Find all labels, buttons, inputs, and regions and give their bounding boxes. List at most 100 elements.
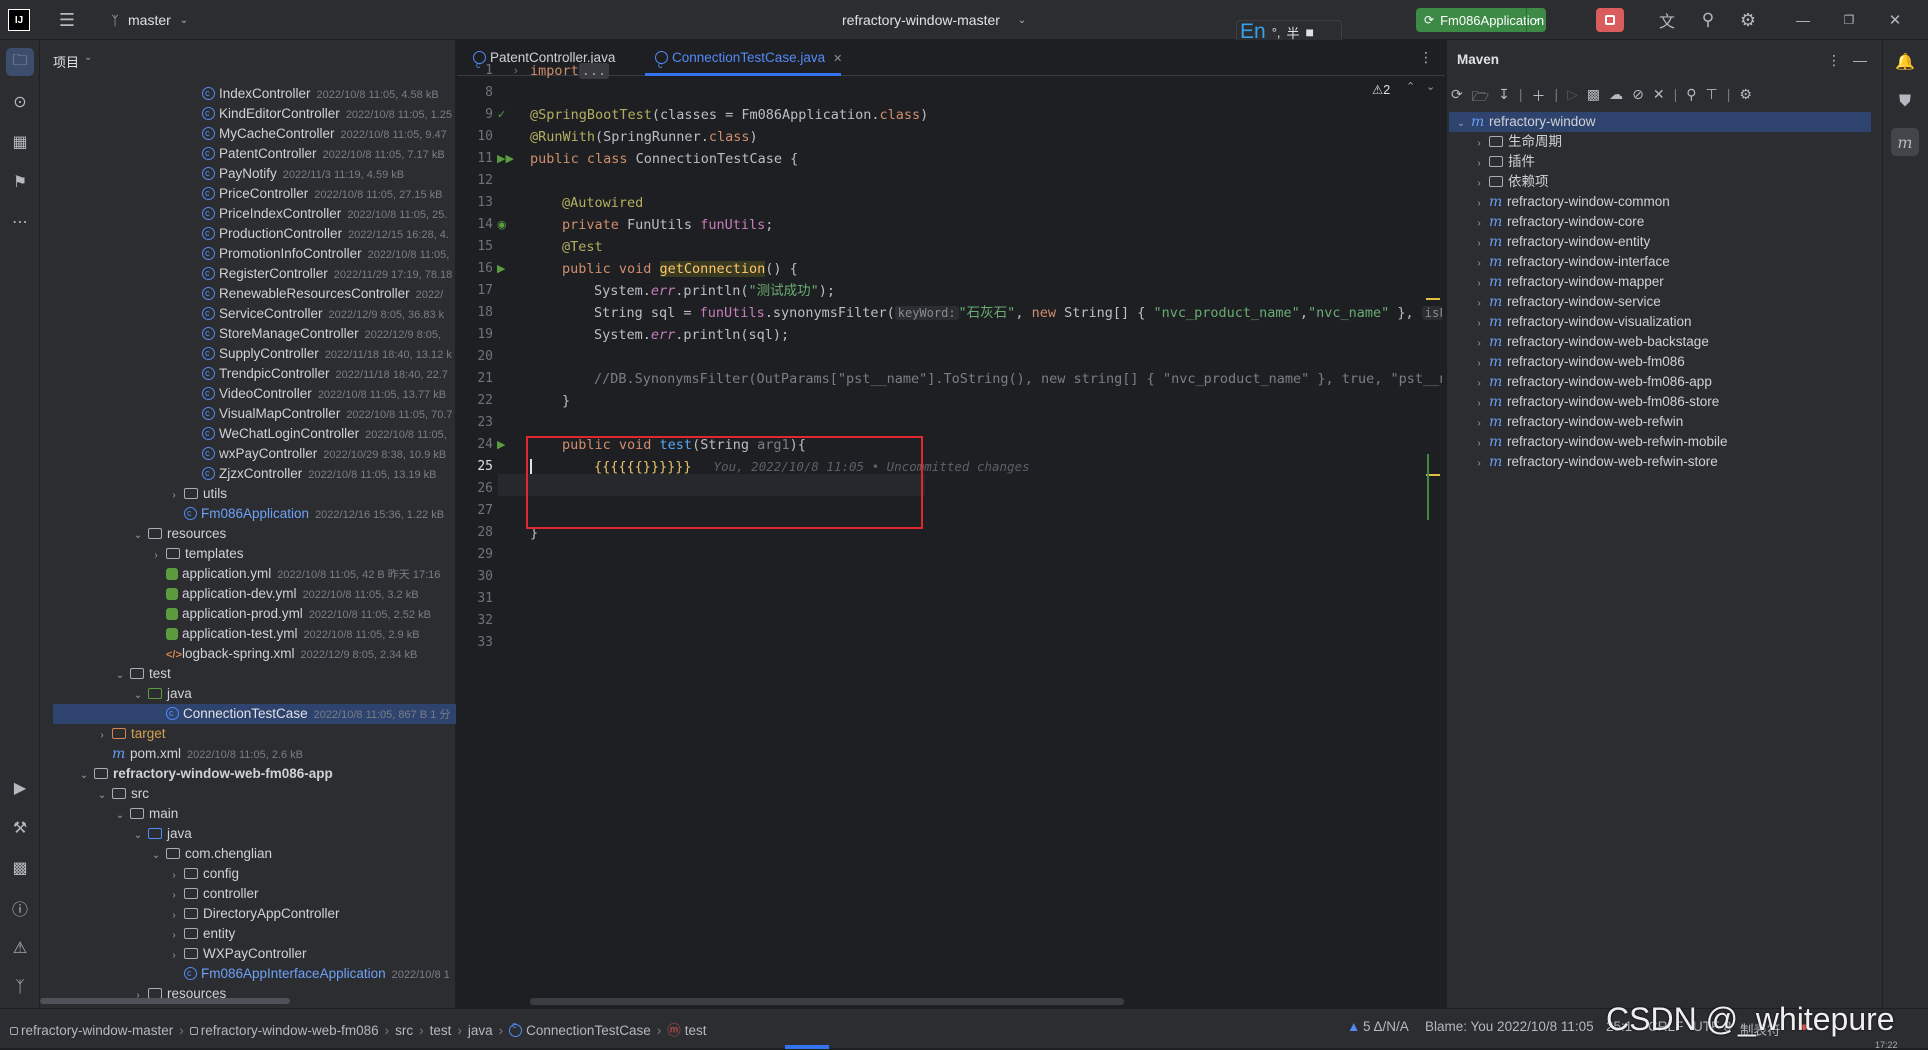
tree-item[interactable]: VisualMapController 2022/10/8 11:05, 70.7 bbox=[186, 404, 456, 424]
chevron-right-icon[interactable]: › bbox=[1473, 394, 1485, 414]
chevron-right-icon[interactable]: › bbox=[1473, 194, 1485, 214]
branch-selector[interactable]: master bbox=[128, 12, 171, 28]
tree-item[interactable]: › WXPayController bbox=[168, 944, 456, 964]
chevron-down-icon[interactable]: ⌄ bbox=[114, 806, 126, 824]
tree-item[interactable]: application-prod.yml 2022/10/8 11:05, 2.5… bbox=[150, 604, 456, 624]
status-blame[interactable]: Blame: You 2022/10/8 11:05 bbox=[1425, 1019, 1594, 1034]
tree-item[interactable]: ZjzxController 2022/10/8 11:05, 13.19 kB bbox=[186, 464, 456, 484]
tree-item[interactable]: ⌄ test bbox=[114, 664, 456, 684]
spring-bean-icon[interactable]: ✓ bbox=[497, 104, 506, 126]
chevron-right-icon[interactable]: › bbox=[1473, 154, 1485, 174]
tree-item[interactable]: PromotionInfoController 2022/10/8 11:05, bbox=[186, 244, 456, 264]
maven-item[interactable]: › m refractory-window-web-refwin bbox=[1473, 412, 1683, 432]
maven-item[interactable]: › m refractory-window-visualization bbox=[1473, 312, 1691, 334]
run-class-icon[interactable]: ▶▶ bbox=[497, 148, 514, 170]
chevron-right-icon[interactable]: › bbox=[1473, 414, 1485, 434]
maven-item[interactable]: › m refractory-window-web-backstage bbox=[1473, 332, 1709, 352]
translate-icon[interactable]: 文 bbox=[1656, 10, 1678, 31]
maven-item[interactable]: › m refractory-window-interface bbox=[1473, 252, 1669, 274]
chevron-right-icon[interactable]: › bbox=[1473, 314, 1485, 334]
maven-item[interactable]: › 生命周期 bbox=[1473, 132, 1562, 152]
tree-item[interactable]: </>logback-spring.xml 2022/12/9 8:05, 2.3… bbox=[150, 644, 456, 664]
maven-item[interactable]: › m refractory-window-common bbox=[1473, 192, 1669, 214]
run-icon[interactable]: ▷ bbox=[1567, 86, 1578, 110]
bookmark-icon[interactable]: ⚑ bbox=[6, 168, 34, 196]
notifications-icon[interactable]: 🔔 bbox=[1891, 48, 1919, 76]
chevron-down-icon[interactable]: ⌄ bbox=[132, 526, 144, 544]
tree-item[interactable]: ⌄ resources bbox=[132, 524, 456, 544]
add-icon[interactable]: ＋ bbox=[1531, 86, 1545, 110]
tree-item[interactable]: WeChatLoginController 2022/10/8 11:05, bbox=[186, 424, 456, 444]
chevron-right-icon[interactable]: › bbox=[1473, 254, 1485, 274]
minimize-icon[interactable]: — bbox=[1792, 10, 1814, 30]
tree-item[interactable]: IndexController 2022/10/8 11:05, 4.58 kB bbox=[186, 84, 456, 104]
chevron-right-icon[interactable]: › bbox=[1473, 374, 1485, 394]
search-icon[interactable]: ⚲ bbox=[1697, 10, 1719, 30]
maven-item[interactable]: › m refractory-window-web-refwin-store bbox=[1473, 452, 1717, 474]
chevron-down-icon[interactable]: ⌄ bbox=[78, 766, 90, 784]
breadcrumb-item[interactable]: test bbox=[430, 1023, 452, 1038]
tree-item[interactable]: application-dev.yml 2022/10/8 11:05, 3.2 … bbox=[150, 584, 456, 604]
autowired-icon[interactable]: ◉ bbox=[497, 214, 507, 236]
run-test-icon[interactable]: ▶ bbox=[497, 434, 505, 456]
intellij-logo[interactable]: IJ bbox=[8, 9, 30, 31]
chevron-right-icon[interactable]: › bbox=[1473, 174, 1485, 194]
maven-item[interactable]: › m refractory-window-web-fm086 bbox=[1473, 352, 1684, 372]
run-config-selector[interactable]: ⟳ Fm086Application ⌄ bbox=[1416, 8, 1546, 32]
tree-item[interactable]: PriceController 2022/10/8 11:05, 27.15 kB bbox=[186, 184, 456, 204]
maven-item[interactable]: › m refractory-window-web-fm086-store bbox=[1473, 392, 1719, 412]
chevron-right-icon[interactable]: › bbox=[168, 486, 180, 504]
git-icon[interactable]: ᛉ bbox=[6, 974, 34, 1002]
tree-item[interactable]: ⌄ java bbox=[132, 824, 456, 844]
project-name-selector[interactable]: refractory-window-master bbox=[842, 12, 1000, 28]
project-panel-title[interactable]: 项目 bbox=[53, 52, 79, 71]
execute-goal-icon[interactable]: ▩ bbox=[1587, 86, 1600, 110]
maven-item[interactable]: › m refractory-window-entity bbox=[1473, 232, 1650, 252]
tree-item[interactable]: › DirectoryAppController bbox=[168, 904, 456, 924]
tree-item[interactable]: StoreManageController 2022/12/9 8:05, bbox=[186, 324, 456, 344]
chevron-down-icon[interactable]: ⌄ bbox=[132, 686, 144, 704]
chevron-right-icon[interactable]: › bbox=[168, 906, 180, 924]
breadcrumb-item[interactable]: refractory-window-master bbox=[21, 1023, 173, 1038]
tree-item[interactable]: › entity bbox=[168, 924, 456, 944]
problems-icon[interactable]: ⓘ bbox=[6, 894, 34, 922]
chevron-right-icon[interactable]: › bbox=[1473, 214, 1485, 234]
chevron-right-icon[interactable]: › bbox=[168, 886, 180, 904]
chevron-down-icon[interactable]: ⌄ bbox=[132, 826, 144, 844]
skip-tests-icon[interactable]: ⊘ bbox=[1632, 86, 1644, 110]
tree-item[interactable]: Fm086Application 2022/12/16 15:36, 1.22 k… bbox=[168, 504, 456, 524]
tree-item[interactable]: MyCacheController 2022/10/8 11:05, 9.47 bbox=[186, 124, 456, 144]
maven-item[interactable]: › m refractory-window-core bbox=[1473, 212, 1644, 232]
open-folder-icon[interactable]: 🗁 bbox=[1472, 86, 1489, 110]
show-deps-icon[interactable]: ⊤ bbox=[1706, 86, 1718, 110]
tree-item[interactable]: application-test.yml 2022/10/8 11:05, 2.9… bbox=[150, 624, 456, 644]
chevron-right-icon[interactable]: › bbox=[168, 946, 180, 964]
chevron-right-icon[interactable]: › bbox=[1473, 434, 1485, 454]
maven-root[interactable]: ⌄ m refractory-window bbox=[1455, 112, 1596, 132]
commit-icon[interactable]: ⊙ bbox=[6, 88, 34, 116]
tree-item[interactable]: ServiceController 2022/12/9 8:05, 36.83 k bbox=[186, 304, 456, 324]
inspection-warnings[interactable]: ⚠2 bbox=[1372, 82, 1390, 97]
tree-item[interactable]: › controller bbox=[168, 884, 456, 904]
tree-item[interactable]: ⌄ refractory-window-web-fm086-app bbox=[78, 764, 456, 784]
settings-icon[interactable]: ⚙ bbox=[1737, 10, 1759, 30]
breadcrumb-item[interactable]: test bbox=[685, 1023, 707, 1038]
tree-item[interactable]: VideoController 2022/10/8 11:05, 13.77 kB bbox=[186, 384, 456, 404]
tab-more-icon[interactable]: ⋮ bbox=[1417, 48, 1435, 66]
maven-item[interactable]: › m refractory-window-web-fm086-app bbox=[1473, 372, 1712, 392]
breadcrumb-item[interactable]: refractory-window-web-fm086 bbox=[201, 1023, 379, 1038]
tree-item[interactable]: PayNotify 2022/11/3 11:19, 4.59 kB bbox=[186, 164, 456, 184]
horizontal-scrollbar[interactable] bbox=[40, 998, 290, 1004]
minimize-icon[interactable]: — bbox=[1853, 52, 1867, 68]
chevron-right-icon[interactable]: › bbox=[1473, 454, 1485, 474]
download-icon[interactable]: ↧ bbox=[1498, 86, 1510, 110]
chevron-right-icon[interactable]: › bbox=[1473, 134, 1485, 154]
close-icon[interactable]: ✕ bbox=[1884, 10, 1906, 30]
main-menu-icon[interactable]: ☰ bbox=[56, 10, 78, 30]
chevron-down-icon[interactable]: ⌄ bbox=[1526, 8, 1546, 32]
maven-item[interactable]: › m refractory-window-web-refwin-mobile bbox=[1473, 432, 1727, 454]
reload-icon[interactable]: ⟳ bbox=[1451, 86, 1463, 110]
tree-item[interactable]: › utils bbox=[168, 484, 456, 504]
database-icon[interactable]: ⛊ bbox=[1891, 88, 1919, 116]
maven-item[interactable]: › 依赖项 bbox=[1473, 172, 1548, 194]
